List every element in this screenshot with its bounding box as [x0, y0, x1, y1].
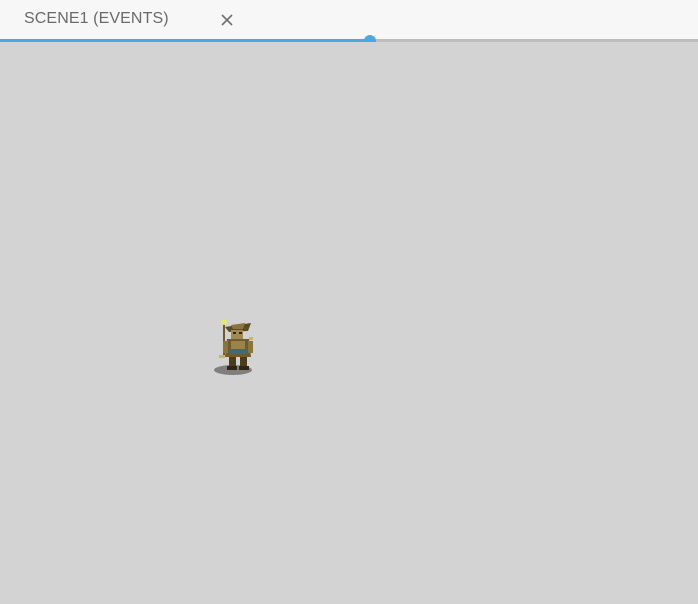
character-sprite-icon	[214, 319, 253, 375]
tab-title: SCENE1 (EVENTS)	[24, 10, 169, 27]
tab-scene1-events[interactable]: SCENE1 (EVENTS)	[0, 0, 250, 39]
scene-canvas[interactable]	[0, 42, 698, 604]
scene-editor: SCENE1 (EVENTS)	[0, 0, 698, 604]
character-sprite[interactable]	[211, 317, 257, 377]
close-icon[interactable]	[219, 12, 235, 28]
tab-bar: SCENE1 (EVENTS)	[0, 0, 698, 39]
